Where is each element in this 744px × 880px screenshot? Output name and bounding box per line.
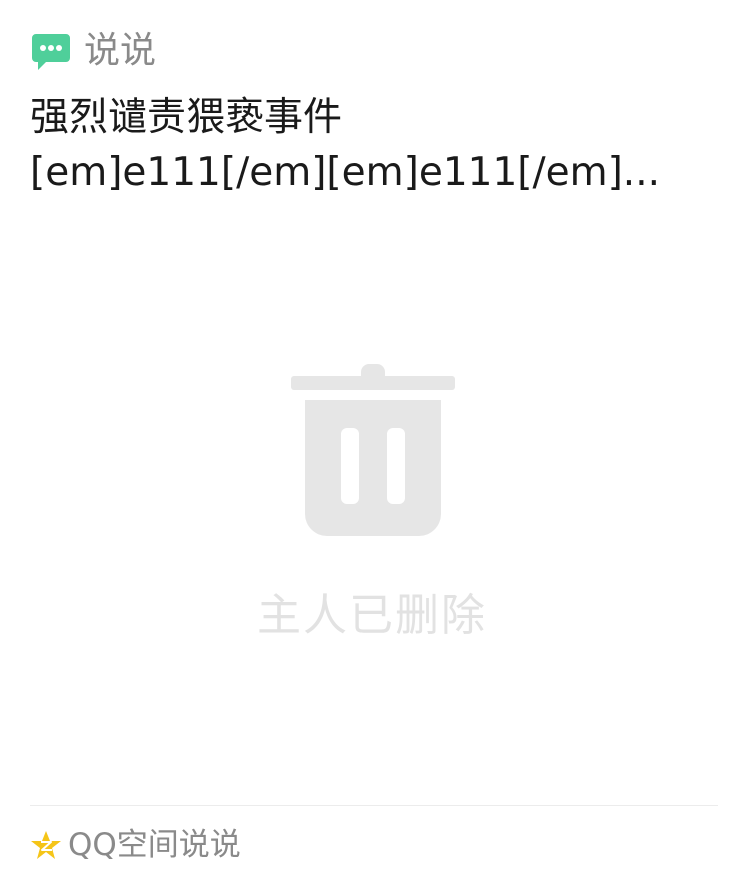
star-icon	[30, 829, 62, 861]
divider	[30, 805, 718, 806]
card-footer[interactable]: QQ空间说说	[30, 824, 241, 866]
chat-bubble-icon	[30, 30, 72, 72]
source-label: QQ空间说说	[68, 827, 241, 863]
content-type-label: 说说	[84, 30, 157, 71]
card-header: 说说	[30, 28, 156, 74]
share-card[interactable]: 说说 强烈谴责猥亵事件 [em]e111[/em][em]e111[/em]..…	[0, 0, 744, 880]
deleted-status-text: 主人已删除	[257, 590, 487, 641]
trash-can-icon	[291, 364, 455, 536]
post-text: 强烈谴责猥亵事件 [em]e111[/em][em]e111[/em]...	[30, 95, 660, 195]
